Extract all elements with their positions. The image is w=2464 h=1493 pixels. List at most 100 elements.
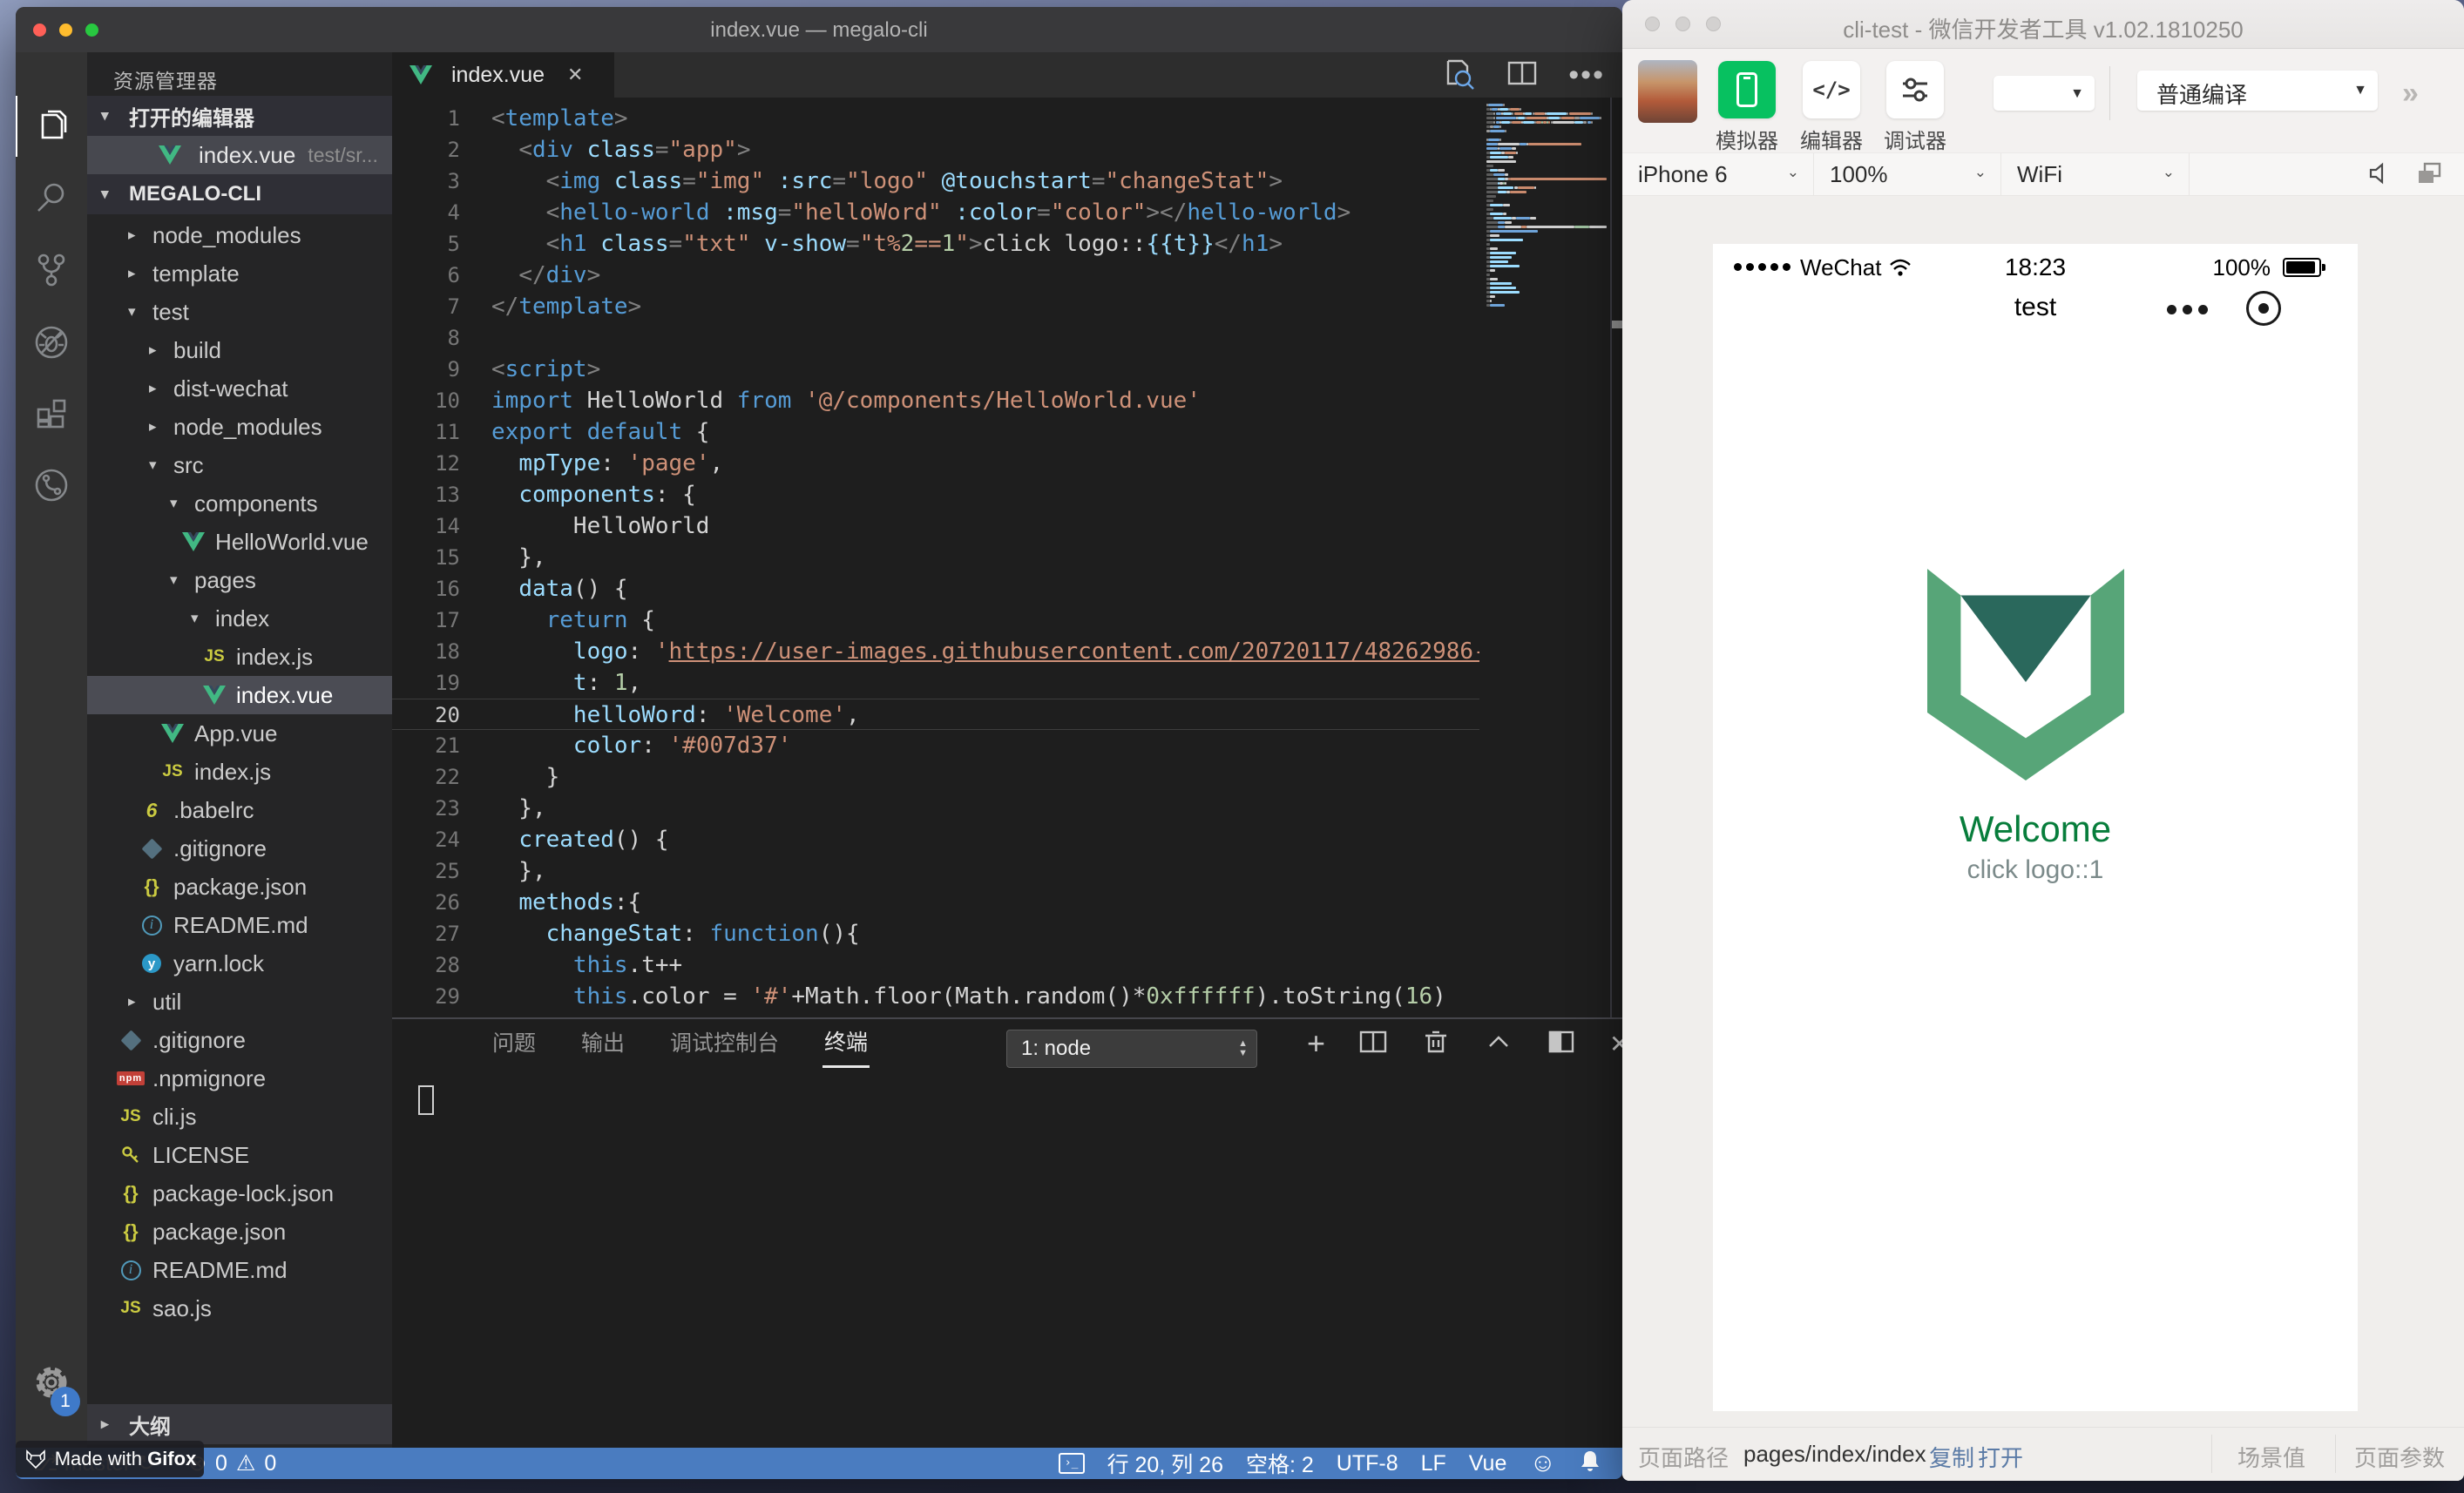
tree-item-cli.js[interactable]: JScli.js (87, 1098, 392, 1136)
split-terminal-icon[interactable] (1358, 1029, 1388, 1059)
scene-value-button[interactable]: 场景值 (2237, 1441, 2305, 1473)
code-line-9[interactable]: 9<script> (392, 354, 1479, 385)
code-line-2[interactable]: 2 <div class="app"> (392, 134, 1479, 166)
mute-speaker-icon[interactable] (2366, 160, 2393, 193)
debugger-button[interactable] (1886, 61, 1944, 118)
code-line-21[interactable]: 21 color: '#007d37' (392, 730, 1479, 761)
code-line-27[interactable]: 27 changeStat: function(){ (392, 918, 1479, 949)
zoom-select[interactable]: 100%⌄ (1814, 153, 2001, 195)
code-line-7[interactable]: 7</template> (392, 291, 1479, 322)
tree-item-pages[interactable]: ▾pages (87, 561, 392, 599)
code-line-1[interactable]: 1<template> (392, 103, 1479, 134)
explorer-icon[interactable] (16, 96, 87, 157)
tree-item-index.vue[interactable]: index.vue (87, 676, 392, 714)
tree-item-sao.js[interactable]: JSsao.js (87, 1289, 392, 1327)
tree-item-.npmignore[interactable]: npm.npmignore (87, 1059, 392, 1098)
extensions-icon[interactable] (16, 383, 87, 444)
code-line-15[interactable]: 15 }, (392, 542, 1479, 573)
code-line-8[interactable]: 8 (392, 322, 1479, 354)
tree-item-yarn.lock[interactable]: yyarn.lock (87, 944, 392, 983)
detach-window-icon[interactable] (2415, 160, 2443, 193)
device-select[interactable]: iPhone 6⌄ (1622, 153, 1814, 195)
new-terminal-icon[interactable]: + (1307, 1025, 1325, 1062)
project-section-header[interactable]: ▾ MEGALO-CLI (87, 174, 392, 214)
code-line-16[interactable]: 16 data() { (392, 573, 1479, 605)
menu-dots-icon[interactable] (2167, 305, 2208, 314)
terminal-status-icon[interactable]: ›_ (1059, 1453, 1085, 1474)
phone-screen[interactable]: WeChat 18:23 100% test (1713, 244, 2358, 1411)
user-avatar[interactable] (1638, 60, 1697, 123)
code-line-20[interactable]: 20 helloWord: 'Welcome', (392, 699, 1479, 730)
open-editors-section[interactable]: ▾ 打开的编辑器 (87, 96, 392, 136)
tree-item-test[interactable]: ▾test (87, 293, 392, 331)
code-line-17[interactable]: 17 return { (392, 605, 1479, 636)
tree-item-index[interactable]: ▾index (87, 599, 392, 638)
tree-item-nodemodules[interactable]: ▸node_modules (87, 408, 392, 446)
tree-item-README.md[interactable]: iREADME.md (87, 906, 392, 944)
expand-toolbar-icon[interactable]: » (2402, 77, 2415, 111)
panel-tab-问题[interactable]: 问题 (491, 1021, 538, 1066)
tab-index-vue[interactable]: index.vue ✕ (392, 52, 614, 98)
capsule-record-icon[interactable] (2246, 291, 2281, 326)
code-line-5[interactable]: 5 <h1 class="txt" v-show="t%2==1">click … (392, 228, 1479, 260)
more-actions-icon[interactable]: ••• (1568, 66, 1605, 84)
code-line-26[interactable]: 26 methods:{ (392, 887, 1479, 918)
tree-item-src[interactable]: ▾src (87, 446, 392, 484)
close-panel-icon[interactable]: ✕ (1609, 1030, 1622, 1058)
code-line-22[interactable]: 22 } (392, 761, 1479, 793)
tree-item-HelloWorld.vue[interactable]: HelloWorld.vue (87, 523, 392, 561)
wechat-titlebar[interactable]: cli-test - 微信开发者工具 v1.02.1810250 (1622, 0, 2464, 49)
tree-item-build[interactable]: ▸build (87, 331, 392, 369)
tree-item-index.js[interactable]: JSindex.js (87, 638, 392, 676)
source-control-icon[interactable] (16, 239, 87, 300)
indentation-item[interactable]: 空格: 2 (1246, 1448, 1314, 1479)
open-editor-item[interactable]: index.vue test/sr... (87, 136, 392, 174)
code-line-29[interactable]: 29 this.color = '#'+Math.floor(Math.rand… (392, 981, 1479, 1012)
gitlens-icon[interactable] (16, 455, 87, 516)
panel-tab-输出[interactable]: 输出 (579, 1021, 626, 1066)
tree-item-.gitignore[interactable]: .gitignore (87, 829, 392, 868)
code-line-25[interactable]: 25 }, (392, 855, 1479, 887)
vscode-titlebar[interactable]: index.vue — megalo-cli (16, 7, 1622, 52)
code-editor[interactable]: 1<template>2 <div class="app">3 <img cla… (392, 98, 1479, 1063)
tree-item-LICENSE[interactable]: LICENSE (87, 1136, 392, 1174)
maximize-panel-icon[interactable] (1484, 1030, 1513, 1057)
code-line-4[interactable]: 4 <hello-world :msg="helloWord" :color="… (392, 197, 1479, 228)
tree-item-util[interactable]: ▸util (87, 983, 392, 1021)
open-link[interactable]: 打开 (1978, 1441, 2023, 1473)
scrollbar-thumb[interactable] (1612, 321, 1622, 328)
minimap[interactable] (1479, 98, 1610, 472)
language-mode-item[interactable]: Vue (1469, 1451, 1507, 1476)
terminal-select[interactable]: 1: node ▲▼ (1006, 1030, 1257, 1068)
outline-section[interactable]: ▸ 大纲 (87, 1404, 392, 1444)
page-params-button[interactable]: 页面参数 (2354, 1441, 2445, 1473)
settings-gear-icon[interactable]: 1 (16, 1352, 87, 1413)
tree-item-package-lock.json[interactable]: {}package-lock.json (87, 1174, 392, 1213)
tree-item-README.md[interactable]: iREADME.md (87, 1251, 392, 1289)
eol-item[interactable]: LF (1421, 1451, 1446, 1476)
search-icon[interactable] (16, 167, 87, 228)
code-line-6[interactable]: 6 </div> (392, 260, 1479, 291)
code-line-28[interactable]: 28 this.t++ (392, 949, 1479, 981)
code-line-23[interactable]: 23 }, (392, 793, 1479, 824)
code-line-14[interactable]: 14 HelloWorld (392, 510, 1479, 542)
code-line-3[interactable]: 3 <img class="img" :src="logo" @touchsta… (392, 166, 1479, 197)
toggle-panel-icon[interactable] (1547, 1029, 1576, 1059)
copy-link[interactable]: 复制 (1929, 1441, 1974, 1473)
code-line-24[interactable]: 24 created() { (392, 824, 1479, 855)
debug-icon[interactable] (16, 312, 87, 373)
tree-item-App.vue[interactable]: App.vue (87, 714, 392, 753)
cursor-position-item[interactable]: 行 20, 列 26 (1107, 1448, 1223, 1479)
tab-close-icon[interactable]: ✕ (567, 64, 583, 86)
tree-item-template[interactable]: ▸template (87, 254, 392, 293)
panel-tab-终端[interactable]: 终端 (822, 1020, 870, 1068)
megalo-logo[interactable] (1927, 569, 2124, 785)
kill-terminal-icon[interactable] (1421, 1027, 1451, 1061)
code-line-12[interactable]: 12 mpType: 'page', (392, 448, 1479, 479)
code-line-18[interactable]: 18 logo: 'https://user-images.githubuser… (392, 636, 1479, 667)
tree-item-dist-wechat[interactable]: ▸dist-wechat (87, 369, 392, 408)
tree-item-nodemodules[interactable]: ▸node_modules (87, 216, 392, 254)
code-line-19[interactable]: 19 t: 1, (392, 667, 1479, 699)
open-changes-icon[interactable] (1441, 56, 1476, 95)
simulator-button[interactable] (1718, 61, 1776, 118)
